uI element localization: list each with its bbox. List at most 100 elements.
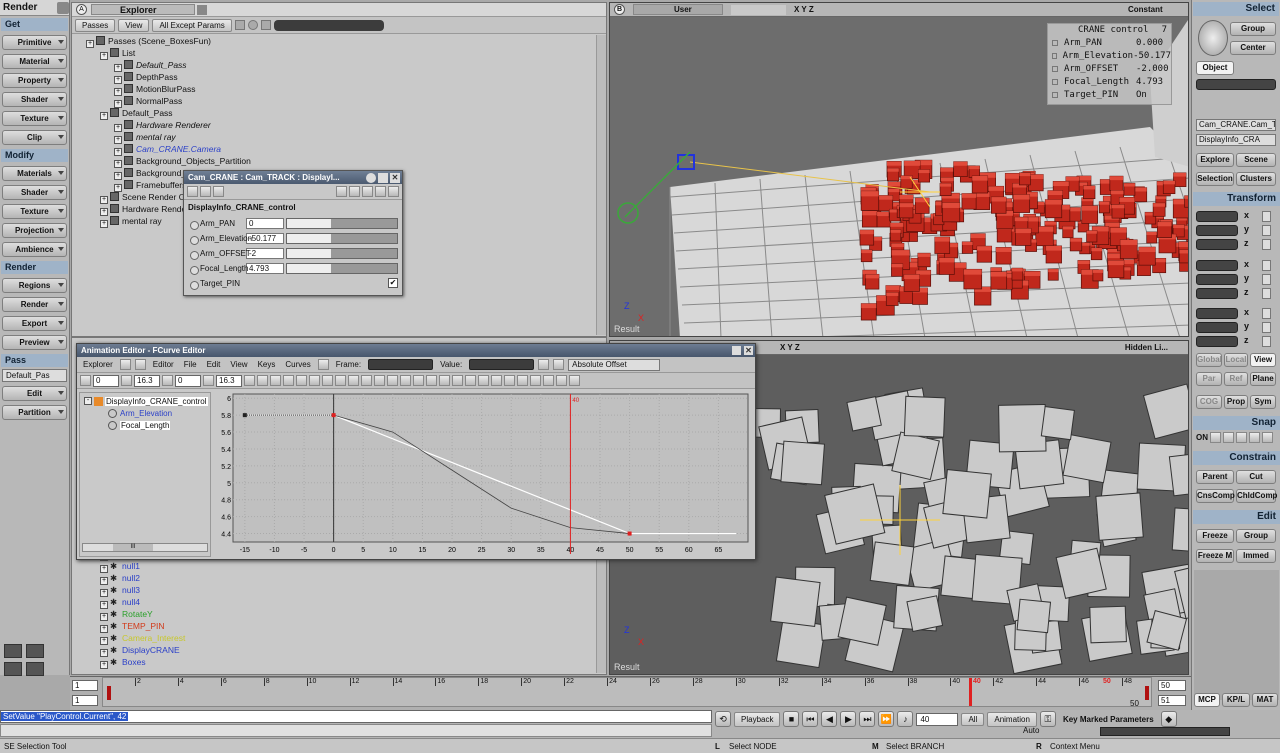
anim-tree-scrollbar[interactable]: III [82,543,208,552]
tool-button[interactable]: Shader [2,185,67,200]
close-icon[interactable]: ✕ [390,172,400,183]
axis-toggle[interactable] [1262,260,1271,271]
tree-item[interactable]: + List [100,47,135,60]
curve-tool-icon[interactable] [309,375,320,386]
arrow-icon[interactable] [80,375,91,386]
tool-button[interactable]: Projection [2,223,67,238]
axis-toggle[interactable] [1262,288,1271,299]
first-frame-icon[interactable]: ⏮ [802,711,819,727]
check-icon[interactable] [538,359,550,370]
keyframe-icon[interactable] [349,186,360,197]
tree-item[interactable]: + Default_Pass [100,107,173,120]
selected-object-field[interactable]: DisplayInfo_CRA [1196,134,1276,146]
all-button[interactable]: All [961,712,985,726]
tool-button[interactable]: Ambience [2,242,67,257]
curve-tool-icon[interactable] [556,375,567,386]
fcurve-graph[interactable]: -15-10-5051015202530354045505560654.44.6… [213,392,754,559]
transform-field[interactable] [1196,211,1238,222]
axis-toggle[interactable] [1262,274,1271,285]
mat-tab[interactable]: MAT [1252,693,1278,707]
display-mode[interactable]: Constant [1108,5,1188,14]
axis-toggle[interactable] [1262,211,1271,222]
transform-field[interactable] [1196,288,1238,299]
keyframe-point[interactable] [331,413,336,418]
snap-icon[interactable] [1223,432,1234,443]
camera-selector[interactable]: User [633,4,723,15]
transform-field[interactable] [1196,260,1238,271]
mcp-tab[interactable]: MCP [1194,693,1220,707]
tool-button[interactable]: Render [2,297,67,312]
tool-button[interactable]: Texture [2,204,67,219]
tree-item[interactable]: + MotionBlurPass [114,83,196,96]
chevron-down-icon[interactable] [197,4,207,15]
curve-tool-icon[interactable] [569,375,580,386]
curve-tool-icon[interactable] [504,375,515,386]
explorer-lower-scrollbar[interactable] [596,548,606,673]
tree-item[interactable]: + Hardware Renderer [114,119,211,132]
prop-button[interactable]: Prop [1224,395,1248,409]
property-value-field[interactable]: 4.793 [246,262,284,274]
tool-button[interactable]: Partition [2,405,67,420]
refresh-icon[interactable] [388,186,399,197]
curve-tool-icon[interactable] [478,375,489,386]
target-pin-checkbox[interactable]: ✔ [388,278,398,288]
cut-button[interactable]: Cut [1236,470,1276,484]
property-value-field[interactable]: 0 [246,217,284,229]
tree-item[interactable]: + Cam_CRANE.Camera [114,143,221,156]
tree-item[interactable]: + ✱ DisplayCRANE [100,644,180,657]
lock-icon[interactable] [119,359,131,370]
timeline-start-marker[interactable] [107,686,111,700]
frame-start-field[interactable]: 0 [93,374,119,387]
audio-icon[interactable]: ♪ [897,711,914,727]
refresh-icon[interactable] [134,359,146,370]
axis-toggle[interactable] [1262,308,1271,319]
minimize-icon[interactable] [732,346,741,355]
value-start-field[interactable]: 0 [175,374,201,387]
select-arrow-icon[interactable] [1198,20,1228,56]
tool-button[interactable]: Material [2,54,67,69]
tool-button[interactable]: Shader [2,92,67,107]
menu-keys[interactable]: Keys [255,360,279,369]
tool-button[interactable]: Materials [2,166,67,181]
passes-button[interactable]: Passes [75,18,116,32]
tool-button[interactable]: Clip [2,130,67,145]
timeline-current-marker[interactable] [969,678,972,706]
filter-button[interactable]: All Except Params [152,18,232,32]
transform-field[interactable] [1196,322,1238,333]
tree-item[interactable]: + Framebuffers [114,179,186,192]
explore-button[interactable]: Explore [1196,153,1234,167]
axis-toggle[interactable] [1262,322,1271,333]
scene-button[interactable]: Scene [1236,153,1276,167]
ref-button[interactable]: Ref [1224,372,1248,386]
timeline-start-field[interactable]: 1 [72,680,98,691]
arrow-icon[interactable] [203,375,214,386]
tree-item[interactable]: + mental ray [114,131,176,144]
snap-on-toggle[interactable]: ON [1196,433,1208,442]
keyframe-icon[interactable]: ◆ [1160,711,1177,727]
curve-tool-icon[interactable] [387,375,398,386]
freeze-m-button[interactable]: Freeze M [1196,549,1234,563]
layout-icon[interactable] [26,644,44,658]
object-button[interactable]: Object [1196,61,1234,75]
expand-icon[interactable]: + [100,112,108,120]
cnscomp-button[interactable]: CnsComp [1196,489,1235,503]
value-input[interactable] [469,359,535,370]
pass-selector[interactable]: Default_Pas [2,369,67,382]
tool-button[interactable]: Property [2,73,67,88]
snap-icon[interactable] [1262,432,1273,443]
tool-button[interactable]: Texture [2,111,67,126]
help-icon[interactable] [366,172,376,183]
scroll-thumb[interactable]: III [113,544,153,551]
tree-item[interactable]: + ✱ null4 [100,596,140,609]
minimize-icon[interactable] [378,172,388,183]
layout-icon[interactable] [4,662,22,676]
cog-button[interactable]: COG [1196,395,1222,409]
par-button[interactable]: Par [1196,372,1222,386]
close-icon[interactable]: ✕ [744,346,753,355]
expand-icon[interactable]: + [86,40,94,48]
key-icon[interactable]: ⚿ [1039,711,1056,727]
curve-tool-icon[interactable] [270,375,281,386]
property-slider[interactable] [286,217,398,229]
curve-tool-icon[interactable] [543,375,554,386]
view-toggles[interactable] [731,4,786,15]
